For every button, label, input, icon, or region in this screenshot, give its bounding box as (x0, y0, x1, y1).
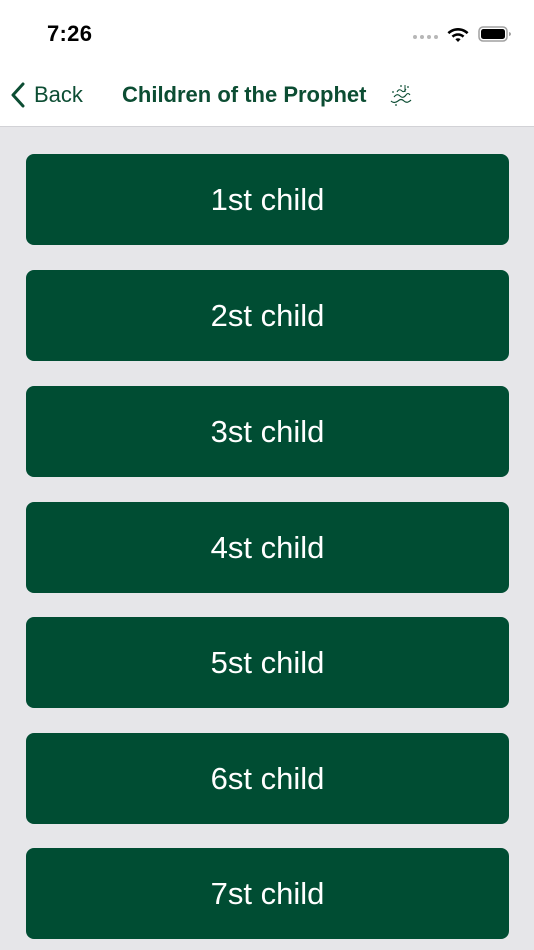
child-button-label: 7st child (210, 875, 325, 911)
navigation-bar: Back Children of the Prophet (0, 66, 534, 127)
child-button-1[interactable]: 1st child (26, 154, 509, 245)
back-button[interactable]: Back (10, 78, 83, 112)
child-button-5[interactable]: 5st child (26, 617, 509, 708)
wifi-icon (447, 28, 469, 42)
back-label: Back (34, 82, 83, 107)
status-time: 7:26 (47, 21, 93, 46)
child-button-7[interactable]: 7st child (26, 848, 509, 939)
child-button-3[interactable]: 3st child (26, 386, 509, 477)
child-button-label: 4st child (210, 529, 325, 565)
child-button-label: 3st child (210, 413, 325, 449)
child-button-2[interactable]: 2st child (26, 270, 509, 361)
child-button-4[interactable]: 4st child (26, 502, 509, 593)
child-button-label: 5st child (210, 644, 325, 680)
battery-icon (478, 26, 511, 42)
child-button-6[interactable]: 6st child (26, 733, 509, 824)
honorific-calligraphy-icon (390, 85, 412, 106)
status-icons (413, 24, 512, 44)
chevron-left-icon (11, 82, 25, 108)
page-title: Children of the Prophet (122, 82, 367, 107)
child-button-label: 6st child (210, 760, 325, 796)
signal-icon (413, 35, 438, 39)
child-button-label: 1st child (210, 181, 325, 217)
status-bar: 7:26 (0, 0, 534, 66)
child-button-label: 2st child (210, 297, 325, 333)
